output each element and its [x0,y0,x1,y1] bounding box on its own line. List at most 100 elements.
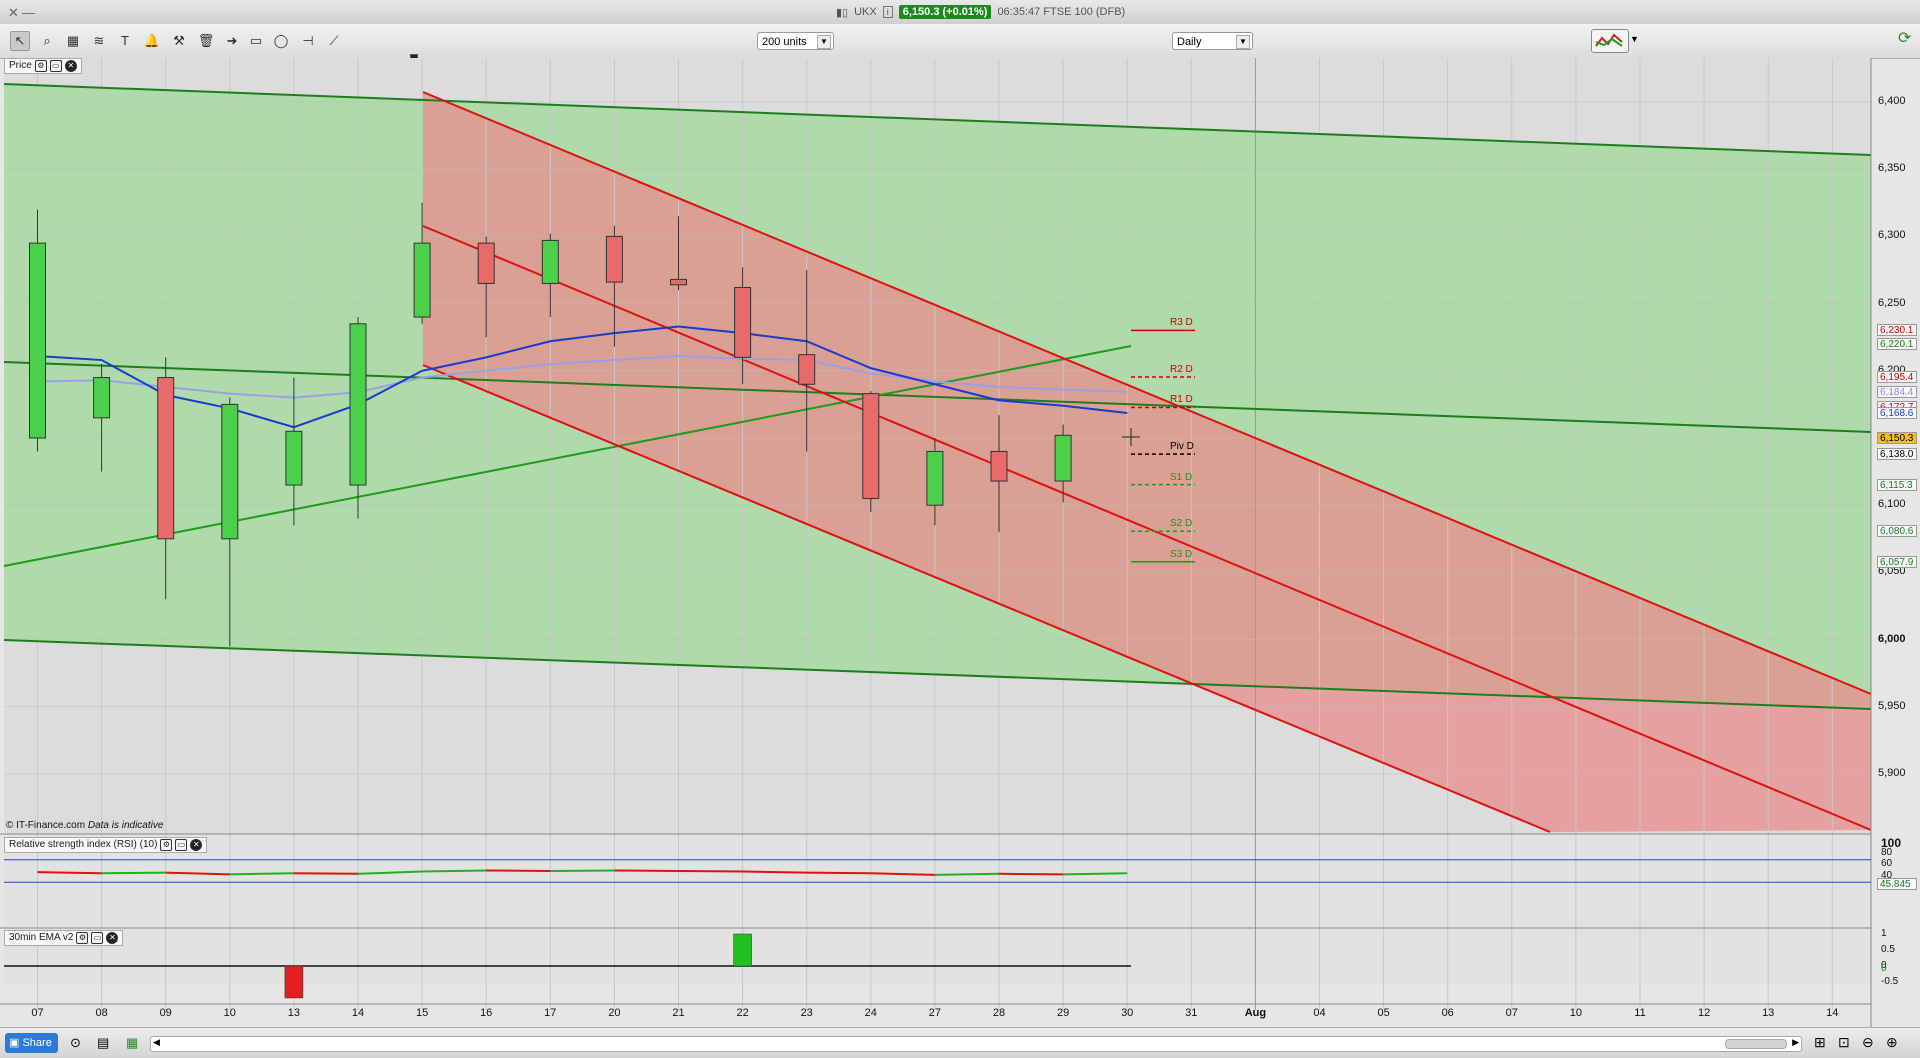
scroll-right-icon[interactable]: ▶ [1792,1037,1799,1048]
rsi-line-segment [37,871,102,875]
chevron-down-icon: ▼ [1236,35,1250,49]
zoom-in-icon[interactable]: ⊕ [1886,1034,1898,1051]
price-tag: 6,150.3 [1877,431,1917,444]
date-axis-tick: 16 [480,1007,493,1019]
candle-body [990,450,1008,482]
price-axis-tick: 6,250 [1878,296,1906,309]
rsi-line-segment [1063,872,1128,876]
horizontal-scrollbar[interactable]: ◀ ▶ [150,1036,1802,1052]
rectangle-tool-icon[interactable]: ▭ [247,32,265,50]
chevron-down-icon: ▼ [817,35,831,49]
pivot-label: R1 D [1170,394,1193,406]
period-select[interactable]: Daily ▼ [1172,32,1253,50]
date-axis-tick: 22 [736,1007,749,1019]
data-indicative-text: Data is indicative [87,820,164,831]
chart-type-icon [1595,33,1623,47]
date-axis-tick: 31 [1185,1007,1198,1019]
rsi-line-segment [101,871,166,875]
close-icon[interactable]: ✕ [190,839,203,851]
share-button[interactable]: ▣ Share [5,1033,58,1053]
trash-icon[interactable]: 🗑 [197,32,215,50]
date-axis-tick: 14 [351,1007,365,1019]
rsi-line-segment [486,869,551,872]
pivot-label: S2 D [1170,518,1193,530]
text-tool-icon[interactable]: T [116,32,134,50]
pointer-tool-icon[interactable]: ↖ [10,31,30,51]
date-axis-tick: 28 [992,1007,1006,1019]
close-icon[interactable]: ✕ [106,932,119,944]
rsi-line-segment [998,872,1064,876]
pivot-label: Piv D [1170,441,1194,453]
spreadsheet-icon[interactable]: ▦ [126,1035,138,1051]
crosshair-zoom-icon[interactable]: ⊞ [1814,1034,1826,1051]
date-axis-tick: 14 [1826,1007,1839,1019]
instrument-icon: ▮▯ [836,6,849,19]
window-icon[interactable]: ▭ [175,839,188,851]
calculator-icon[interactable]: ▤ [97,1035,109,1051]
arrow-tool-icon[interactable]: ➜ [223,32,241,50]
channel-tool-icon[interactable]: ≋ [90,32,108,50]
zoom-fit-icon[interactable]: ⊡ [1838,1034,1850,1051]
date-axis-tick: 04 [1313,1007,1326,1019]
pivot-label: R3 D [1170,317,1193,329]
price-chart[interactable] [0,58,1920,1027]
close-icon[interactable]: ✕ [8,5,19,21]
date-axis-tick: 24 [864,1007,877,1019]
price-tag: 6,220.1 [1877,337,1917,350]
ema-axis-tick: 0.5 [1881,944,1895,955]
candle-body [734,286,752,358]
zoom-out-icon[interactable]: ⊖ [1862,1034,1874,1051]
date-axis-tick: 13 [287,1007,301,1019]
date-axis-tick: 12 [1697,1007,1711,1019]
candle-body [413,242,431,318]
horizontal-line-tool-icon[interactable]: ⊣ [299,32,317,50]
date-axis-tick: 21 [672,1007,685,1019]
scroll-left-icon[interactable]: ◀ [153,1037,160,1048]
candle-body [670,278,687,286]
ellipse-tool-icon[interactable]: ◯ [272,32,290,50]
alert-bell-icon[interactable]: 🔔 [143,32,161,50]
candle-body [477,242,495,284]
rsi-line-segment [934,872,1000,876]
minimize-icon[interactable]: — [22,5,35,20]
trendline-tool-icon[interactable]: ⟋ [325,32,343,50]
window-icon[interactable]: ▭ [91,932,104,944]
share-icon: ▣ [9,1037,23,1049]
time-instrument-text: 06:35:47 FTSE 100 (DFB) [997,6,1126,18]
rsi-line-segment [678,870,743,873]
chart-type-button[interactable] [1591,29,1629,53]
rsi-panel-label: Relative strength index (RSI) (10) ⚙ ▭ ✕ [4,837,208,853]
price-tag: 6,080.6 [1877,525,1917,538]
price-axis-tick: 5,950 [1878,699,1906,712]
pivot-label: R2 D [1170,363,1193,375]
units-select[interactable]: 200 units ▼ [757,32,834,50]
date-axis-tick: 06 [1441,1007,1454,1019]
hammer-tool-icon[interactable]: ⚒ [170,32,188,50]
close-icon[interactable]: ✕ [64,60,77,72]
chart-type-dropdown-icon[interactable]: ▼ [1630,34,1639,44]
camera-icon[interactable]: ⊙ [70,1035,81,1051]
rsi-line-segment [422,869,487,873]
date-axis-tick: 13 [1762,1007,1775,1019]
candle-body [349,323,367,486]
date-axis-tick: 23 [800,1007,813,1019]
window-icon[interactable]: ▭ [49,60,62,72]
wrench-icon[interactable]: ⚙ [34,60,47,72]
ema-signal-bar [284,965,304,999]
scroll-thumb[interactable] [1725,1039,1787,1049]
date-axis-tick: 17 [544,1007,557,1019]
wrench-icon[interactable]: ⚙ [76,932,89,944]
candle-body [1054,434,1072,482]
wrench-icon[interactable]: ⚙ [160,839,173,851]
ema-axis-tick: -0.5 [1881,976,1899,987]
zoom-tool-icon[interactable]: ⌕ [38,32,56,50]
ema-axis-tick: 0 [1881,963,1887,975]
fibonacci-tool-icon[interactable]: ▦ [64,32,82,50]
ema-signal-bar [733,933,752,967]
info-icon[interactable]: i [882,6,893,18]
title-bar: ✕ — ▮▯ UKX i 6,150.3 (+0.01%) 06:35:47 F… [0,0,1920,25]
candle-body [541,239,559,284]
refresh-icon[interactable]: ⟳ [1898,28,1911,48]
candle-body [285,430,303,486]
rsi-line-segment [742,870,807,874]
